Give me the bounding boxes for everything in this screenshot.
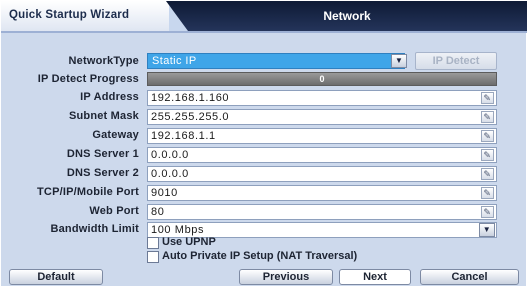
web-port-value: 80 bbox=[151, 206, 165, 218]
default-button[interactable]: Default bbox=[9, 269, 103, 285]
pencil-icon[interactable]: ✎ bbox=[481, 111, 494, 123]
network-type-label: NetworkType bbox=[68, 55, 139, 67]
wizard-tab-label: Quick Startup Wizard bbox=[1, 1, 169, 31]
pencil-icon[interactable]: ✎ bbox=[481, 168, 494, 180]
pencil-icon[interactable]: ✎ bbox=[481, 92, 494, 104]
pencil-icon[interactable]: ✎ bbox=[481, 187, 494, 199]
gateway-field[interactable]: 192.168.1.1 ✎ bbox=[147, 128, 497, 144]
auto-private-ip-label: Auto Private IP Setup (NAT Traversal) bbox=[162, 250, 358, 262]
dns1-label: DNS Server 1 bbox=[66, 148, 139, 160]
ip-address-label: IP Address bbox=[80, 91, 139, 103]
network-type-dropdown-icon[interactable]: ▼ bbox=[391, 54, 407, 68]
subnet-mask-field[interactable]: 255.255.255.0 ✎ bbox=[147, 109, 497, 125]
header-divider bbox=[1, 31, 527, 33]
dns2-label: DNS Server 2 bbox=[66, 167, 139, 179]
ip-detect-progress-label: IP Detect Progress bbox=[37, 73, 139, 85]
web-port-field[interactable]: 80 ✎ bbox=[147, 204, 497, 220]
dns1-value: 0.0.0.0 bbox=[151, 149, 189, 161]
pencil-icon[interactable]: ✎ bbox=[481, 206, 494, 218]
header-bar: Quick Startup Wizard Network bbox=[1, 1, 527, 31]
page-title: Network bbox=[323, 9, 371, 23]
ip-address-field[interactable]: 192.168.1.160 ✎ bbox=[147, 90, 497, 106]
pencil-icon[interactable]: ✎ bbox=[481, 130, 494, 142]
previous-button[interactable]: Previous bbox=[239, 269, 333, 285]
dns2-value: 0.0.0.0 bbox=[151, 168, 189, 180]
network-type-select[interactable]: Static IP bbox=[147, 53, 405, 69]
pencil-icon[interactable]: ✎ bbox=[481, 149, 494, 161]
next-button[interactable]: Next bbox=[339, 269, 411, 285]
ip-address-value: 192.168.1.160 bbox=[151, 92, 230, 104]
network-type-value: Static IP bbox=[152, 55, 197, 67]
cancel-button[interactable]: Cancel bbox=[420, 269, 519, 285]
bandwidth-label: Bandwidth Limit bbox=[50, 223, 139, 235]
bandwidth-dropdown-icon[interactable]: ▼ bbox=[479, 223, 495, 237]
use-upnp-label: Use UPNP bbox=[162, 236, 216, 248]
subnet-mask-value: 255.255.255.0 bbox=[151, 111, 230, 123]
dns2-field[interactable]: 0.0.0.0 ✎ bbox=[147, 166, 497, 182]
auto-private-ip-checkbox[interactable] bbox=[147, 251, 159, 263]
tcp-port-field[interactable]: 9010 ✎ bbox=[147, 185, 497, 201]
ip-detect-progress-bar: 0 bbox=[147, 72, 497, 86]
use-upnp-checkbox[interactable] bbox=[147, 237, 159, 249]
subnet-mask-label: Subnet Mask bbox=[68, 110, 139, 122]
ip-detect-button[interactable]: IP Detect bbox=[415, 52, 497, 70]
tcp-port-value: 9010 bbox=[151, 187, 178, 199]
wizard-window: Quick Startup Wizard Network NetworkType… bbox=[0, 0, 527, 287]
web-port-label: Web Port bbox=[89, 205, 139, 217]
bandwidth-value: 100 Mbps bbox=[151, 224, 205, 236]
tcp-port-label: TCP/IP/Mobile Port bbox=[37, 186, 139, 198]
gateway-label: Gateway bbox=[92, 129, 139, 141]
dns1-field[interactable]: 0.0.0.0 ✎ bbox=[147, 147, 497, 163]
gateway-value: 192.168.1.1 bbox=[151, 130, 216, 142]
